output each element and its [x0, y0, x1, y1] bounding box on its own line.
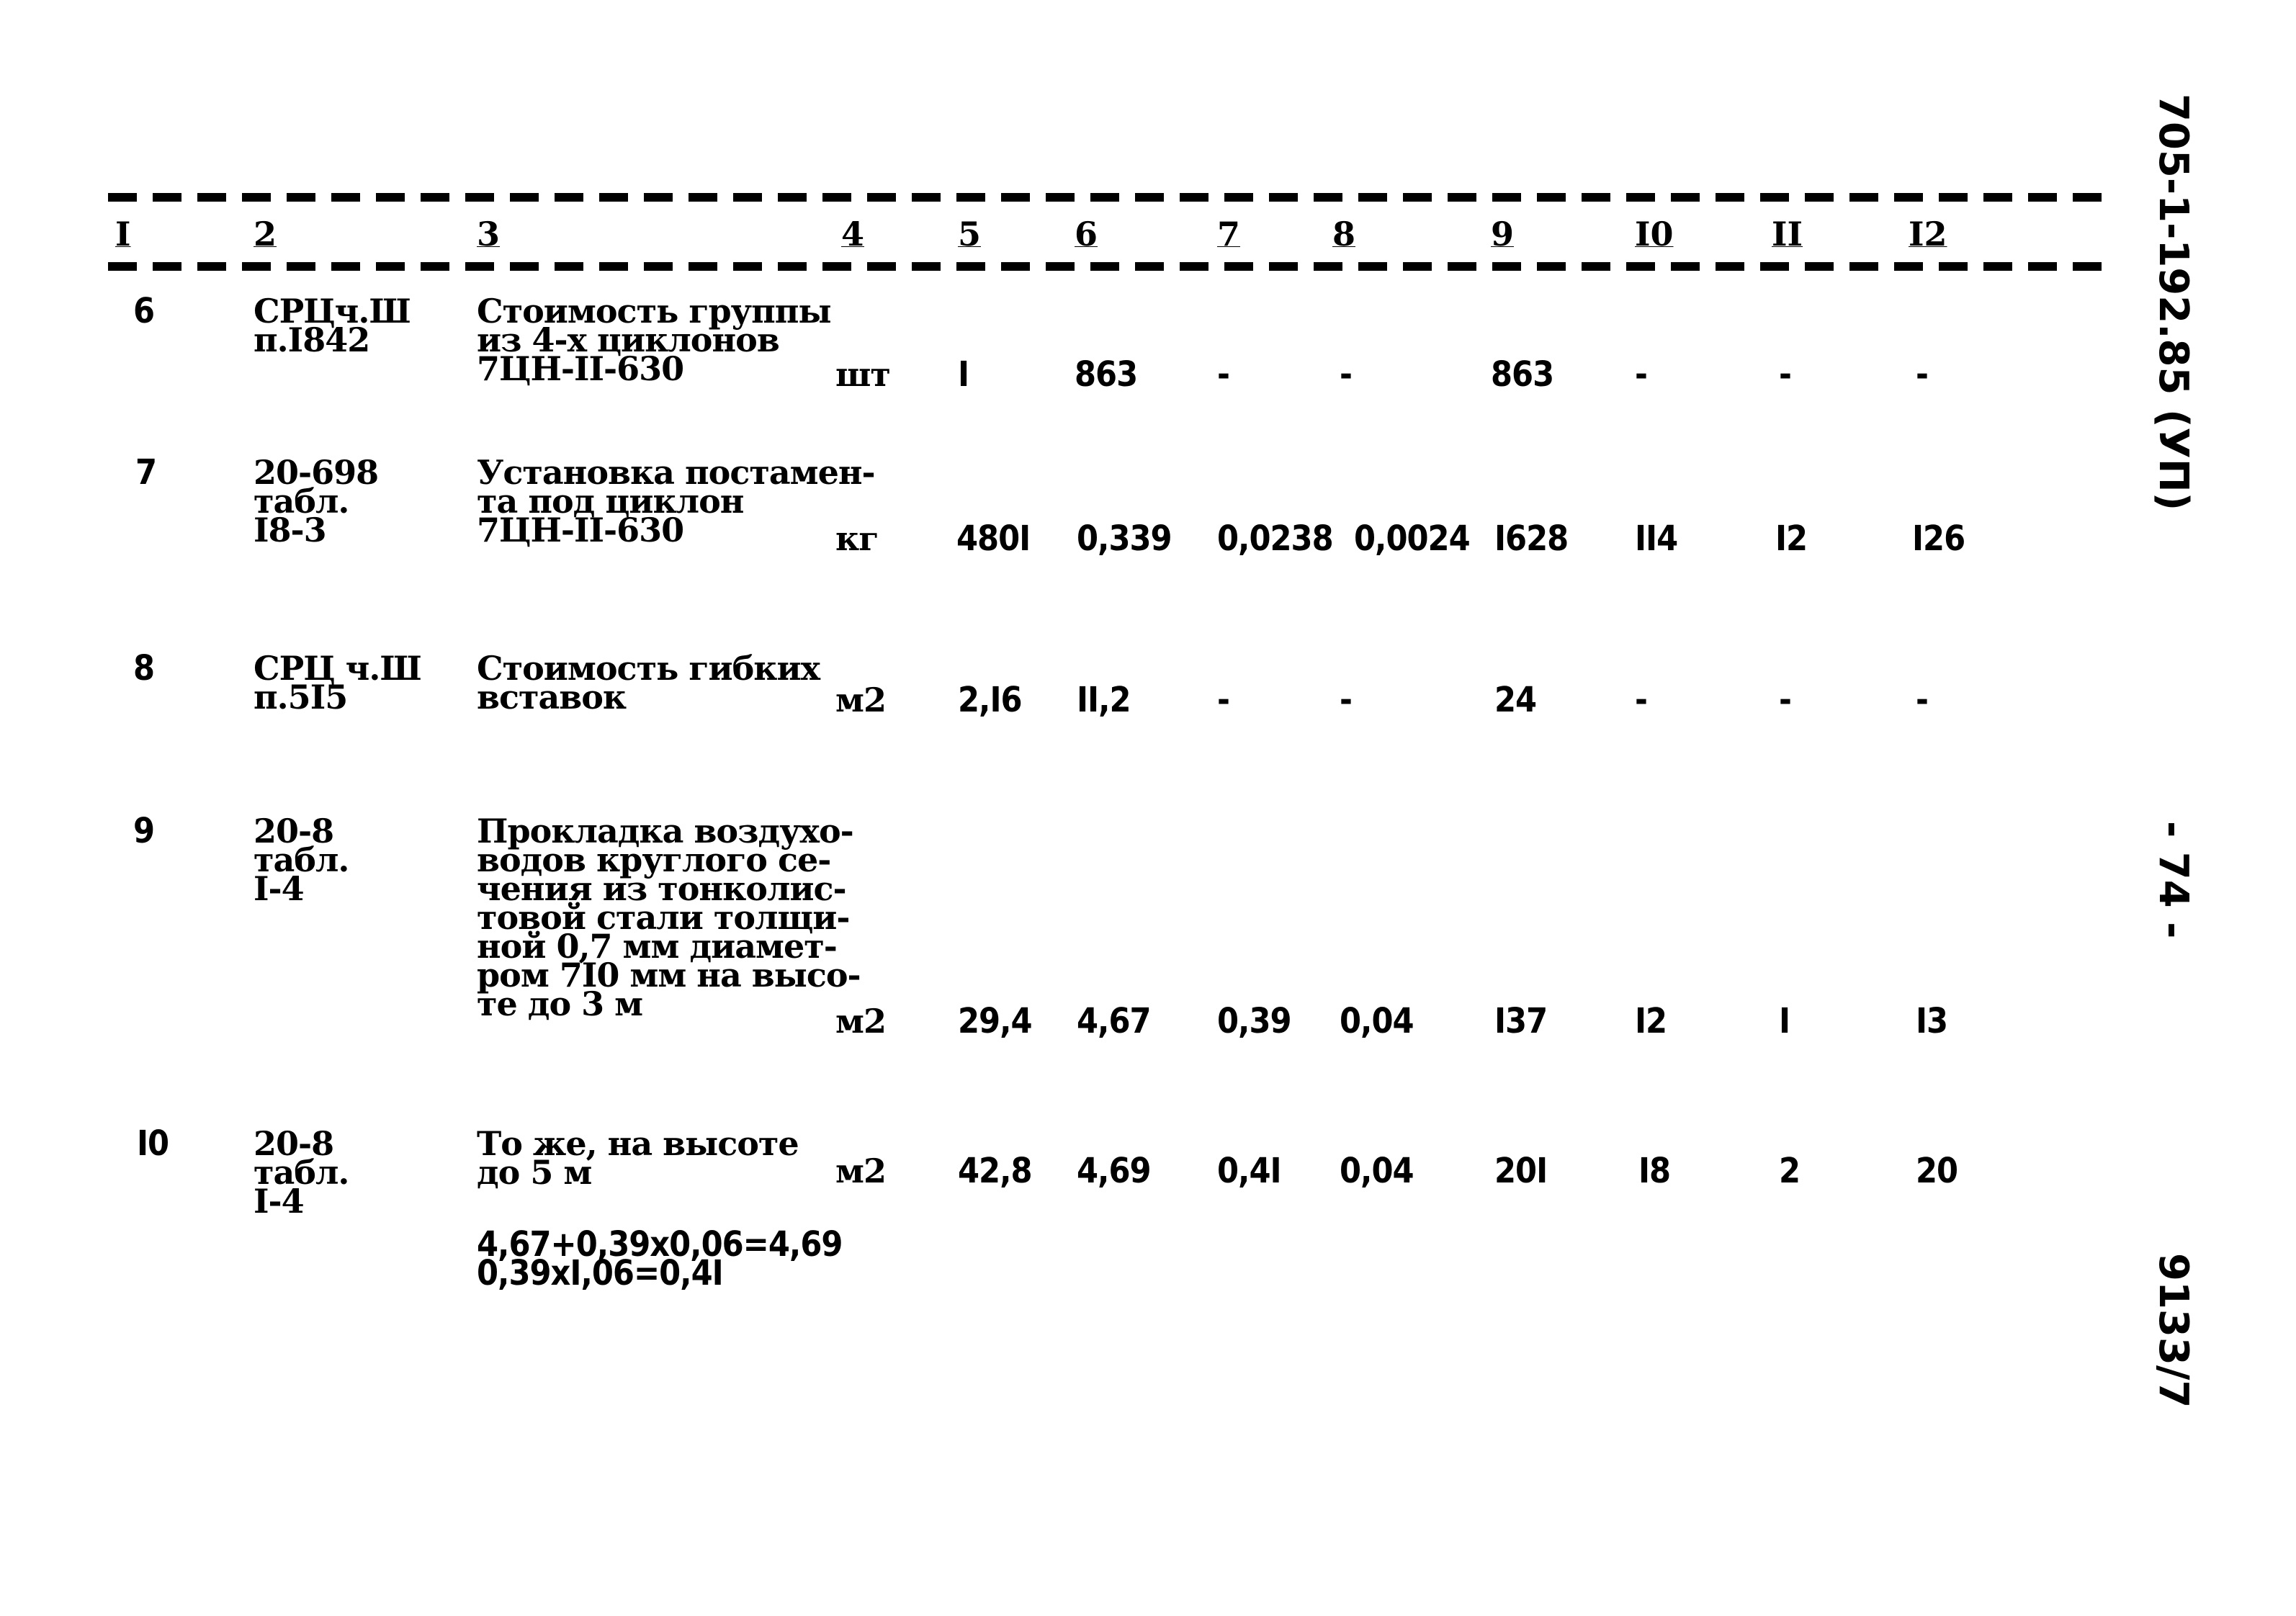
row-col6: 4,67 [1077, 1001, 1152, 1041]
row-col11: I [1779, 1001, 1790, 1041]
row-col11: - [1779, 354, 1792, 395]
row-col8: 0,04 [1340, 1151, 1414, 1191]
row-col10: I2 [1635, 1001, 1667, 1041]
row-col5: 2,I6 [958, 680, 1023, 720]
row-col5: 42,8 [958, 1151, 1033, 1191]
row-unit: м2 [835, 1152, 887, 1190]
row-description: Прокладка воздухо- водов круглого се- че… [477, 812, 861, 1023]
row-unit: м2 [835, 1002, 887, 1041]
row-col12: - [1916, 354, 1929, 395]
row-col6: II,2 [1077, 680, 1131, 720]
row-col12: I26 [1912, 519, 1965, 559]
row-col10: - [1635, 680, 1648, 720]
row-col5: I [958, 354, 969, 395]
col-header-2: 2 [254, 215, 277, 253]
col-header-9: 9 [1491, 215, 1515, 253]
row-col6: 4,69 [1077, 1151, 1152, 1191]
row-number: 8 [133, 648, 155, 688]
row-col9: I628 [1494, 519, 1569, 559]
row-col11: - [1779, 680, 1792, 720]
row-col7: - [1217, 354, 1230, 395]
row-col11: I2 [1775, 519, 1808, 559]
document-code: 705-1-192.85 (УП) [2150, 94, 2197, 511]
row-col8: 0,0024 [1354, 519, 1471, 559]
col-header-10: I0 [1635, 215, 1674, 253]
sheet-number: 9133/7 [2150, 1253, 2197, 1409]
row-description: Установка постамен- та под циклон 7ЦН-II… [477, 453, 876, 549]
col-header-8: 8 [1332, 215, 1356, 253]
page-number: - 74 - [2150, 821, 2197, 939]
row-col6: 0,339 [1077, 519, 1172, 559]
col-header-7: 7 [1217, 215, 1241, 253]
row-col7: 0,0238 [1217, 519, 1334, 559]
row-col5: 29,4 [958, 1001, 1033, 1041]
row-reference: СРЦч.Ш п.I842 [254, 292, 411, 359]
col-header-4: 4 [841, 215, 865, 253]
row-unit: м2 [835, 681, 887, 719]
row-reference: СРЦ ч.Ш п.5I5 [254, 649, 422, 717]
row-col10: I8 [1638, 1151, 1671, 1191]
row-description: Стоимость гибких вставок [477, 649, 820, 717]
row-col9: 20I [1494, 1151, 1548, 1191]
row-col9: I37 [1494, 1001, 1548, 1041]
col-header-3: 3 [477, 215, 501, 253]
row-description: Стоимость группы из 4-х циклонов 7ЦН-II-… [477, 292, 832, 388]
row-col10: II4 [1635, 519, 1678, 559]
table-top-rule [108, 193, 2110, 202]
row-col8: - [1340, 354, 1353, 395]
header-bottom-rule [108, 262, 2110, 271]
row-col12: 20 [1916, 1151, 1958, 1191]
row-col5: 480I [956, 519, 1031, 559]
row-col7: - [1217, 680, 1230, 720]
row-unit: кг [835, 519, 879, 558]
row-col8: 0,04 [1340, 1001, 1414, 1041]
row-col12: I3 [1916, 1001, 1948, 1041]
row-col12: - [1916, 680, 1929, 720]
row-number: I0 [137, 1123, 169, 1164]
row-col11: 2 [1779, 1151, 1801, 1191]
row-col6: 863 [1075, 354, 1138, 395]
row-number: 6 [133, 291, 155, 331]
row-reference: 20-8 табл. I-4 [254, 1124, 349, 1221]
row-calculation-note: 4,67+0,39x0,06=4,69 0,39xI,06=0,4I [477, 1224, 843, 1293]
col-header-6: 6 [1075, 215, 1098, 253]
col-header-11: II [1772, 215, 1803, 253]
row-col9: 24 [1494, 680, 1537, 720]
row-col10: - [1635, 354, 1648, 395]
row-description: То же, на высоте до 5 м [477, 1124, 799, 1192]
row-col7: 0,4I [1217, 1151, 1282, 1191]
col-header-12: I2 [1909, 215, 1947, 253]
row-reference: 20-8 табл. I-4 [254, 812, 349, 908]
row-number: 7 [135, 452, 157, 493]
row-col7: 0,39 [1217, 1001, 1292, 1041]
row-col9: 863 [1491, 354, 1554, 395]
row-col8: - [1340, 680, 1353, 720]
row-reference: 20-698 табл. I8-3 [254, 453, 379, 549]
col-header-1: I [115, 215, 131, 253]
row-unit: шт [835, 355, 891, 394]
row-number: 9 [133, 811, 155, 851]
col-header-5: 5 [958, 215, 982, 253]
